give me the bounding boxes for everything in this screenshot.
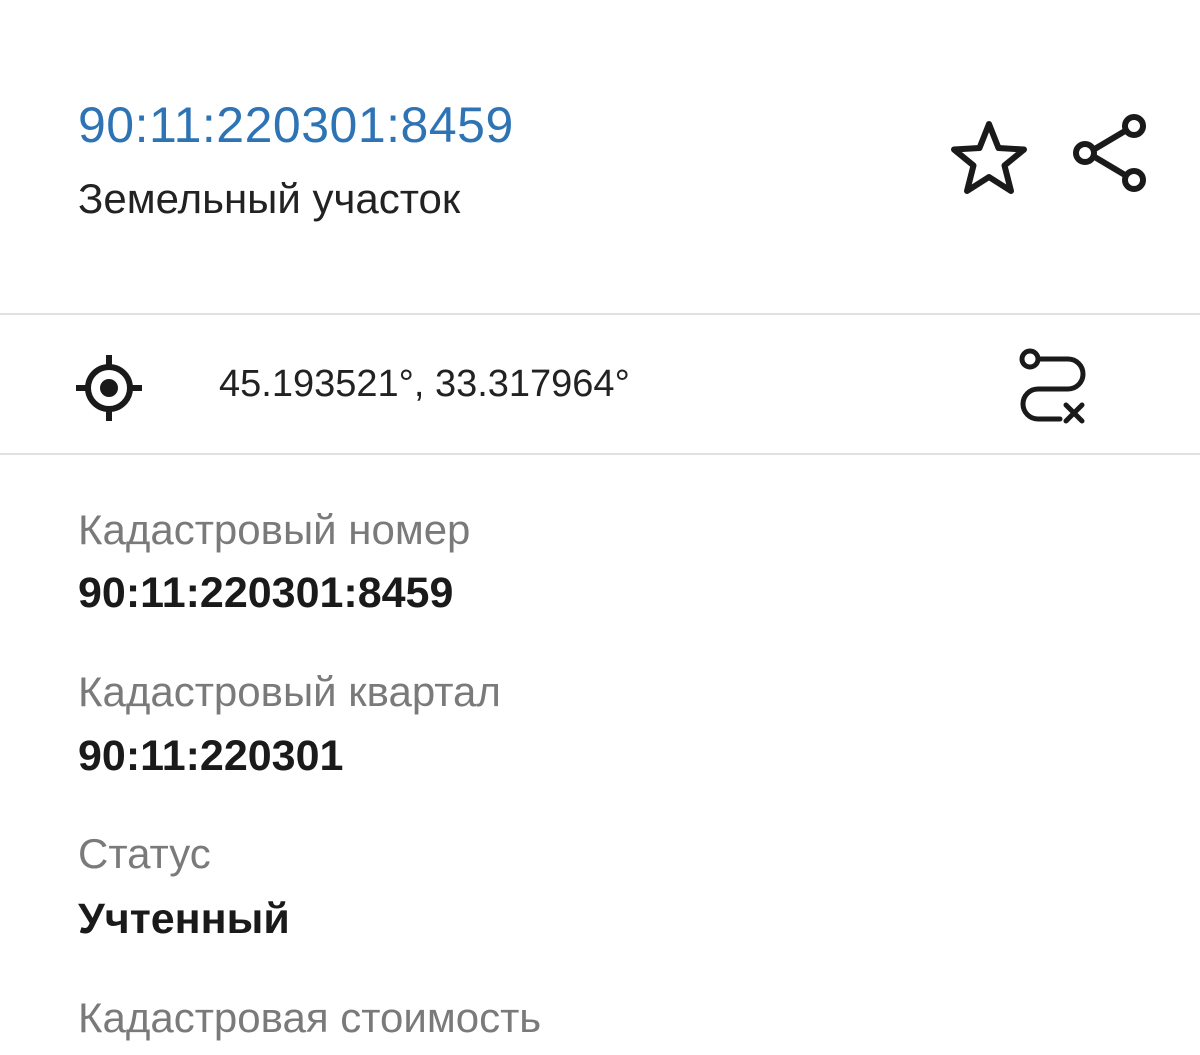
object-header: 90:11:220301:8459 Земельный участок bbox=[0, 0, 1200, 315]
cadastral-value-label: Кадастровая стоимость bbox=[78, 994, 542, 1041]
cadastral-quarter-value[interactable]: 90:11:220301 bbox=[78, 731, 343, 781]
cadastral-id-title[interactable]: 90:11:220301:8459 bbox=[78, 96, 514, 154]
cadastral-number-value[interactable]: 90:11:220301:8459 bbox=[78, 568, 453, 618]
coordinates-row[interactable]: 45.193521°, 33.317964° bbox=[0, 315, 1200, 455]
object-type-subtitle: Земельный участок bbox=[78, 175, 461, 222]
cadastral-quarter-label: Кадастровый квартал bbox=[78, 668, 501, 715]
star-icon[interactable] bbox=[946, 118, 1032, 198]
coordinates-text[interactable]: 45.193521°, 33.317964° bbox=[219, 361, 630, 407]
route-remove-icon[interactable] bbox=[1010, 345, 1096, 431]
status-value: Учтенный bbox=[78, 895, 290, 943]
status-label: Статус bbox=[78, 830, 211, 877]
target-icon[interactable] bbox=[74, 353, 144, 423]
cadastral-number-label: Кадастровый номер bbox=[78, 506, 471, 553]
share-icon[interactable] bbox=[1068, 112, 1154, 198]
